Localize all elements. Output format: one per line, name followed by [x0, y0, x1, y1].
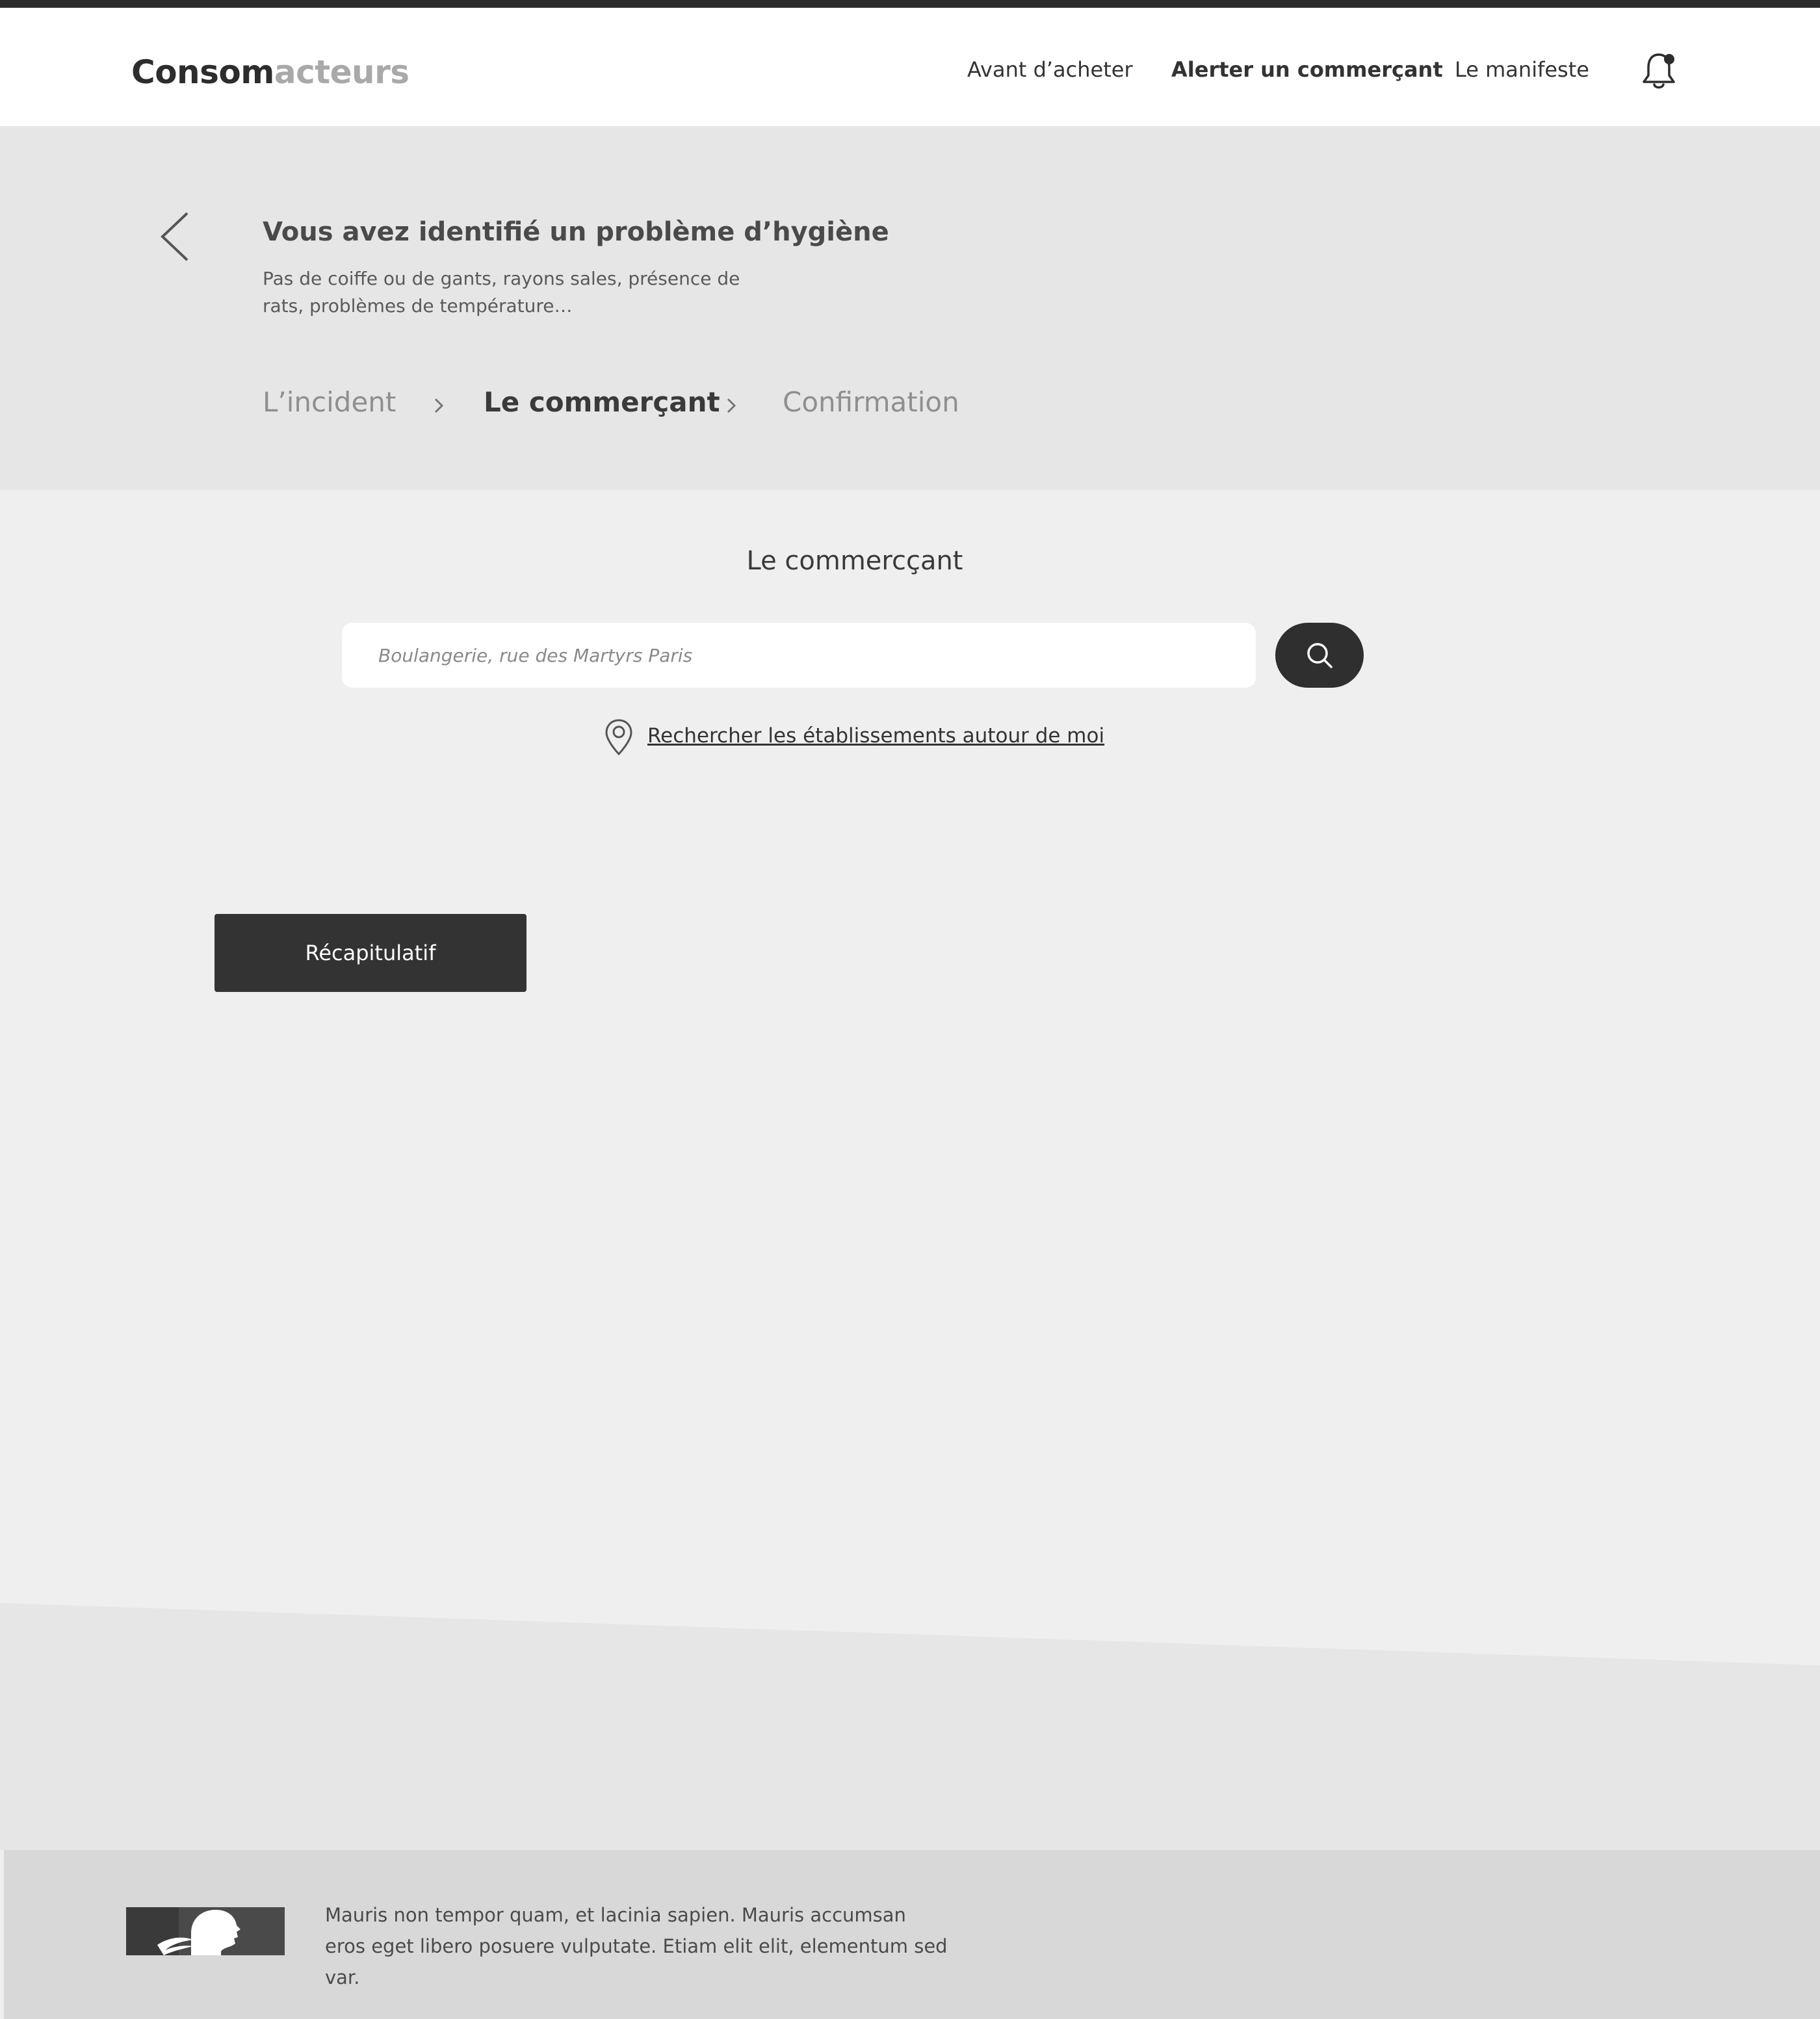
search-icon [1307, 643, 1332, 668]
search-button[interactable] [1275, 623, 1364, 688]
chevron-right-icon [434, 398, 444, 413]
bell-icon[interactable] [1641, 49, 1677, 91]
search-field [342, 623, 1256, 688]
step-confirmation[interactable]: Confirmation [783, 386, 959, 418]
logo-part-1: Consom [131, 53, 274, 91]
footer-text: Mauris non tempor quam, et lacinia sapie… [325, 1904, 948, 1988]
hero-title: Vous avez identifié un problème d’hygièn… [263, 217, 889, 247]
search-input[interactable] [378, 623, 1236, 688]
hero-edge [0, 475, 1820, 490]
back-arrow-icon[interactable] [156, 209, 191, 264]
step-incident[interactable]: L’incident [263, 386, 396, 418]
nav-avant-acheter[interactable]: Avant d’acheter [967, 57, 1133, 82]
top-bar [0, 0, 1820, 8]
section-title: Le commercçant [746, 546, 963, 576]
marianne-logo [126, 1907, 285, 1955]
step-commercant[interactable]: Le commerçant [484, 386, 720, 418]
chevron-right-icon [727, 398, 736, 413]
logo-part-2: acteurs [274, 53, 410, 91]
nav-alerter-commercant[interactable]: Alerter un commerçant [1171, 57, 1443, 82]
site-logo[interactable]: Consomacteurs [131, 53, 410, 91]
map-pin-icon [605, 719, 632, 756]
nav-manifeste[interactable]: Le manifeste [1455, 57, 1589, 82]
recap-button[interactable]: Récapitulatif [214, 914, 526, 992]
hero-subtitle: Pas de coiffe ou de gants, rayons sales,… [263, 268, 740, 317]
geo-link-text[interactable]: Rechercher les établissements autour de … [647, 724, 1104, 748]
